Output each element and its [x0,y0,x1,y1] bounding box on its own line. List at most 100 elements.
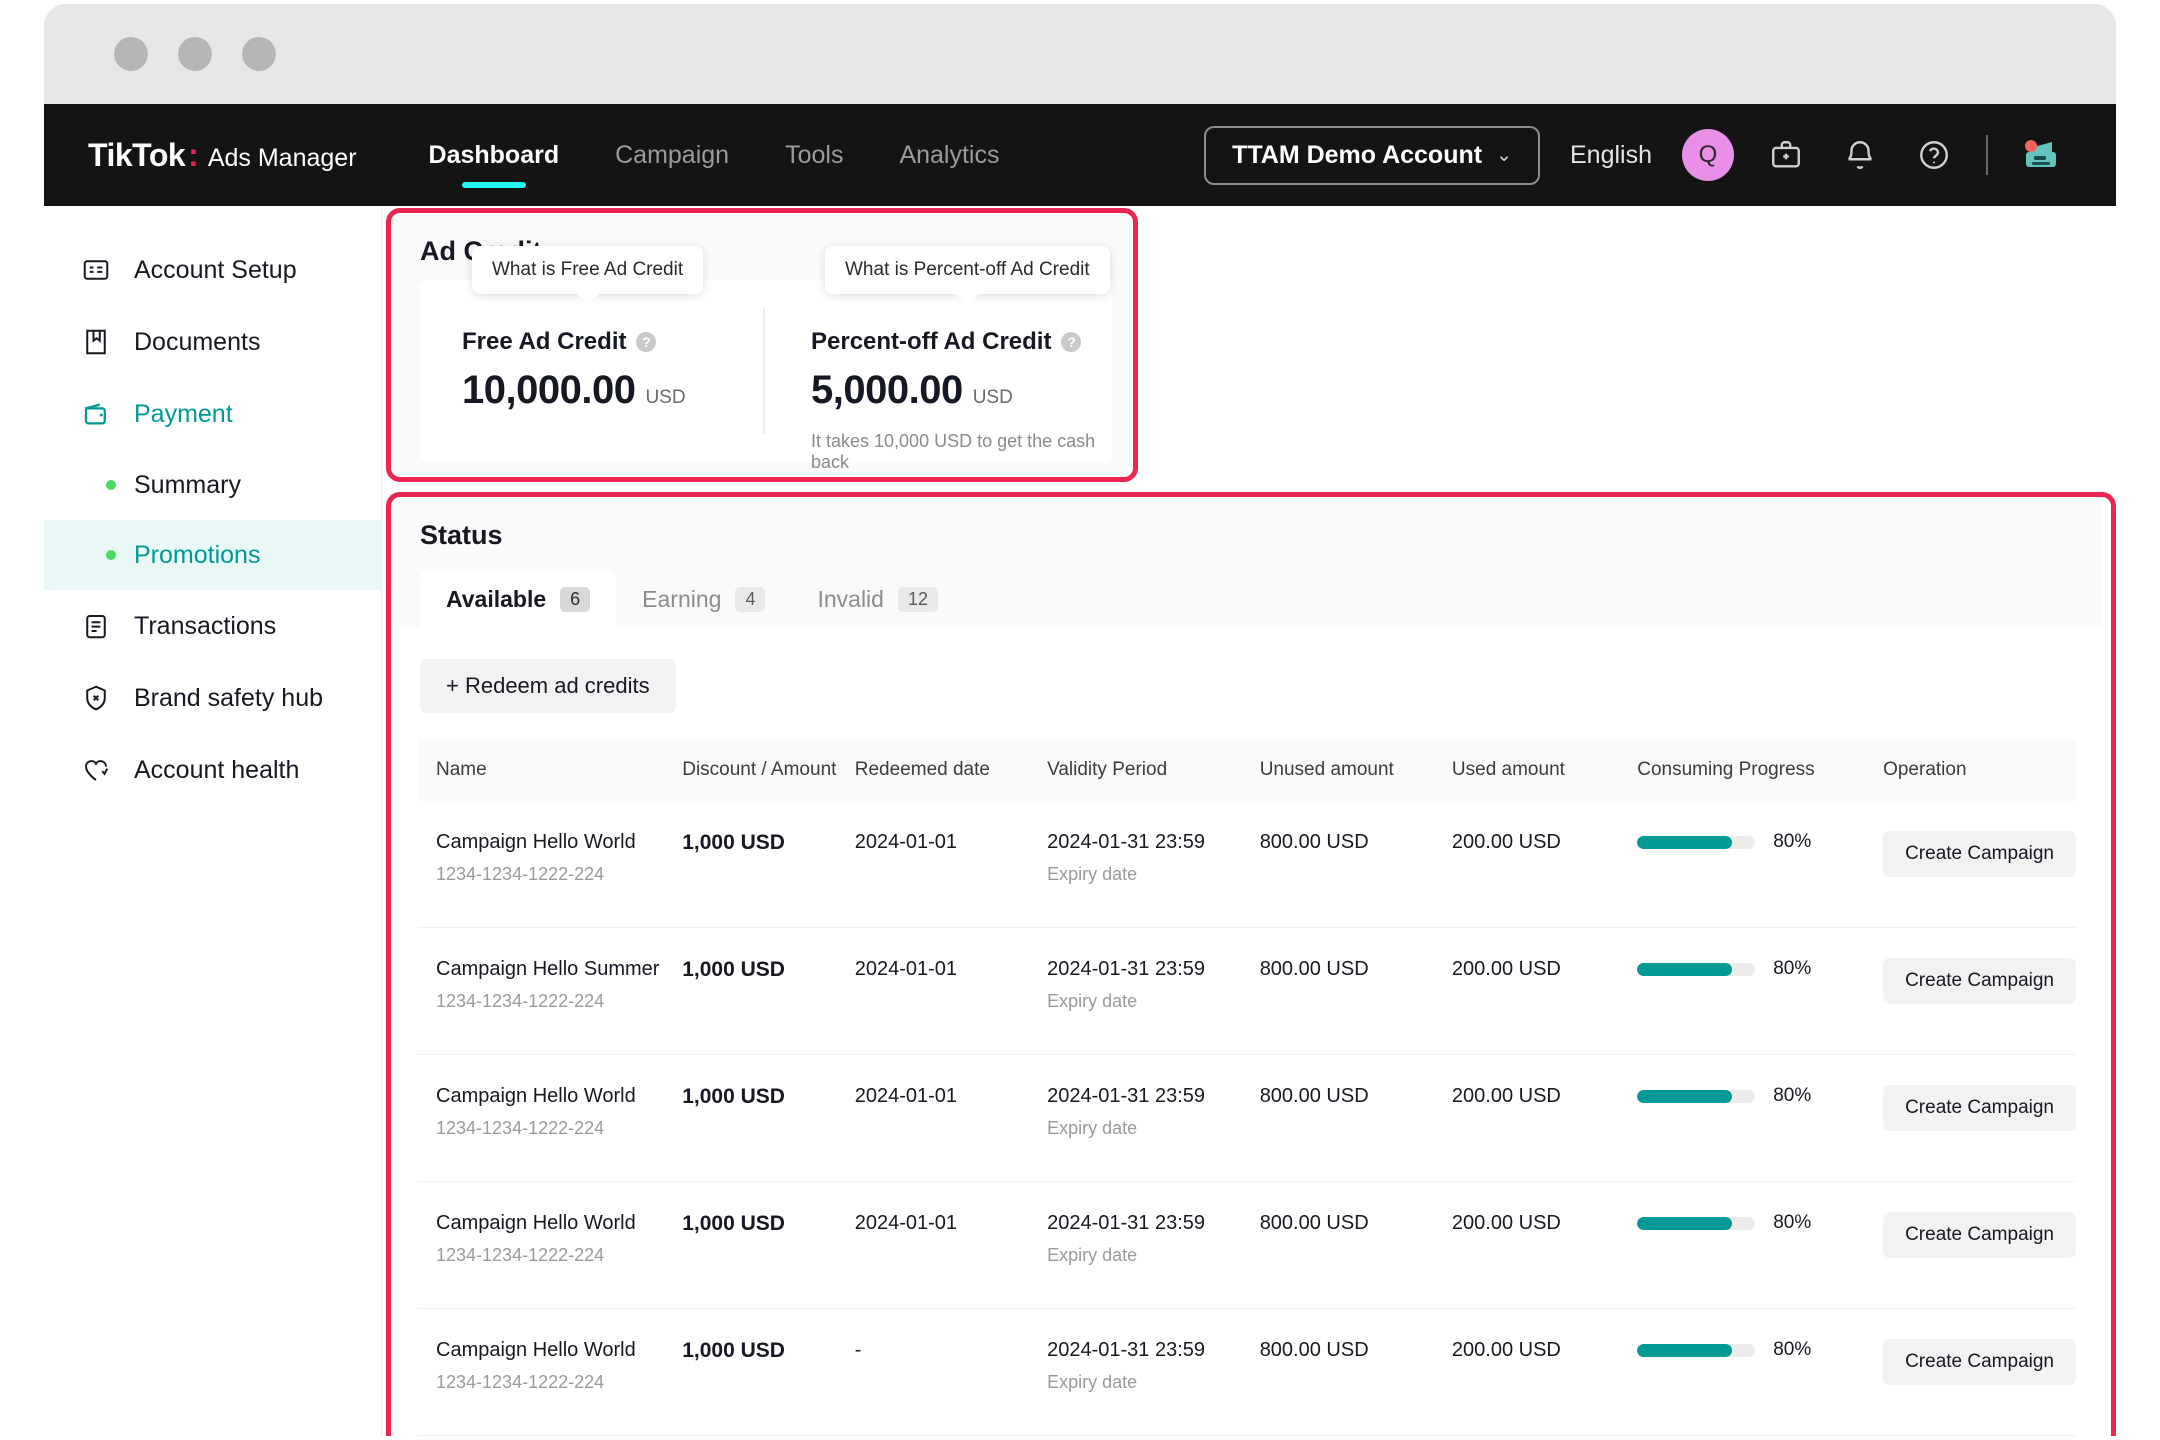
sidebar-item-label: Documents [134,327,261,356]
promotions-table-head: Name Discount / Amount Redeemed date Val… [418,739,2076,801]
row-amount: 1,000 USD [682,1212,785,1235]
row-amount: 1,000 USD [682,958,785,981]
row-validity: 2024-01-31 23:59 [1047,1212,1206,1234]
brand-logo[interactable]: TikTok: Ads Manager [88,137,357,174]
cell-discount: 1,000 USD [682,927,855,1055]
sidebar-item-account-setup[interactable]: Account Setup [44,234,381,306]
nav-dashboard[interactable]: Dashboard [429,104,560,206]
create-campaign-button[interactable]: Create Campaign [1883,1085,2076,1131]
cell-discount: 1,000 USD [682,1181,855,1309]
ad-credit-card: Ad Credit What is Free Ad Credit Free Ad… [392,214,1132,476]
documents-icon [80,326,112,358]
help-icon[interactable] [1912,133,1956,177]
cell-validity: 2024-01-31 23:59 Expiry date [1047,801,1260,928]
window-minimize-dot[interactable] [178,37,212,71]
progress-fill [1637,1343,1732,1357]
create-campaign-button[interactable]: Create Campaign [1883,1212,2076,1258]
briefcase-icon[interactable] [1764,133,1808,177]
window-maximize-dot[interactable] [242,37,276,71]
row-redeemed-date: 2024-01-01 [854,831,958,853]
cell-used: 200.00 USD [1451,1181,1638,1309]
progress-fill [1637,1216,1732,1230]
percent-off-note: It takes 10,000 USD to get the cash back [811,431,1096,472]
help-circle-icon[interactable]: ? [1061,332,1082,352]
user-avatar-icon[interactable] [2018,132,2064,178]
row-validity-sub: Expiry date [1047,1245,1138,1265]
sidebar-subitem-summary[interactable]: Summary [44,450,381,520]
bell-icon[interactable] [1838,133,1882,177]
window-close-dot[interactable] [114,37,148,71]
status-title: Status [420,520,503,550]
progress-track [1637,835,1756,849]
row-used: 200.00 USD [1451,1085,1561,1107]
row-campaign-id: 1234-1234-1222-224 [436,1245,605,1265]
progress-fill [1637,962,1732,976]
free-ad-credit-amount: 10,000.00 [462,368,636,412]
status-tabs: Available 6 Earning 4 Invalid 12 [420,571,2102,627]
sidebar-subitem-promotions[interactable]: Promotions [44,520,381,590]
cell-unused: 800.00 USD [1259,801,1452,928]
progress-fill [1637,1089,1732,1103]
percent-off-ad-credit-currency: USD [972,387,1013,408]
cell-unused: 800.00 USD [1259,1181,1452,1309]
row-campaign-name: Campaign Hello World [436,1212,636,1234]
browser-chrome-bar [44,4,2116,104]
tab-earning-count: 4 [735,586,766,612]
cell-validity: 2024-01-31 23:59 Expiry date [1047,1181,1260,1309]
row-campaign-name: Campaign Hello World [436,831,636,853]
sidebar-item-label: Account health [134,755,300,784]
cell-name: Campaign Hello World 1234-1234-1222-224 [418,1054,683,1182]
sidebar-item-transactions[interactable]: Transactions [44,590,381,662]
progress-bar: 80% [1637,831,1883,853]
col-unused: Unused amount [1259,759,1394,780]
q-avatar[interactable]: Q [1682,129,1734,181]
row-redeemed-date: 2024-01-01 [854,958,958,980]
browser-window: TikTok: Ads Manager Dashboard Campaign T… [44,4,2116,1436]
nav-campaign[interactable]: Campaign [615,104,729,206]
row-validity: 2024-01-31 23:59 [1047,831,1206,853]
language-selector[interactable]: English [1570,141,1652,170]
account-selector-button[interactable]: TTAM Demo Account ⌄ [1204,125,1540,185]
tab-invalid[interactable]: Invalid 12 [791,571,964,627]
cell-used: 200.00 USD [1451,1308,1638,1436]
ad-credit-body: What is Free Ad Credit Free Ad Credit ? … [420,246,1112,472]
col-used: Used amount [1451,759,1565,780]
nav-tools[interactable]: Tools [785,104,843,206]
nav-tools-label: Tools [785,140,844,169]
cell-name: Campaign Hello World 1234-1234-1222-224 [418,1181,683,1309]
free-ad-credit-label: Free Ad Credit [462,328,627,355]
sidebar-item-account-health[interactable]: Account health [44,734,381,806]
col-validity: Validity Period [1047,759,1168,780]
cell-operation: Create Campaign [1883,1054,2076,1182]
sidebar-item-brand-safety-hub[interactable]: Brand safety hub [44,662,381,734]
cell-used: 200.00 USD [1451,1054,1638,1182]
create-campaign-button[interactable]: Create Campaign [1883,958,2076,1004]
nav-analytics[interactable]: Analytics [899,104,999,206]
sidebar-item-label: Payment [134,399,233,428]
progress-label: 80% [1773,1212,1812,1233]
row-validity: 2024-01-31 23:59 [1047,1085,1206,1107]
cell-validity: 2024-01-31 23:59 Expiry date [1047,927,1260,1055]
cell-validity: 2024-01-31 23:59 Expiry date [1047,1054,1260,1182]
sidebar-item-payment[interactable]: Payment [44,378,381,450]
row-redeemed-date: - [854,1339,862,1361]
row-campaign-id: 1234-1234-1222-224 [436,864,605,884]
row-campaign-id: 1234-1234-1222-224 [436,1372,605,1392]
cell-unused: 800.00 USD [1259,1308,1452,1436]
cell-redeemed: 2024-01-01 [854,801,1048,928]
row-campaign-name: Campaign Hello World [436,1085,636,1107]
help-circle-icon[interactable]: ? [636,332,657,352]
col-progress: Consuming Progress [1637,759,1815,780]
tab-earning[interactable]: Earning 4 [616,571,791,627]
row-validity: 2024-01-31 23:59 [1047,1339,1206,1361]
progress-label: 80% [1773,1085,1812,1106]
create-campaign-button[interactable]: Create Campaign [1883,1339,2076,1385]
table-row: Campaign Hello World 1234-1234-1222-224 1,… [418,1054,2076,1182]
top-navigation-bar: TikTok: Ads Manager Dashboard Campaign T… [44,104,2116,206]
sidebar-item-documents[interactable]: Documents [44,306,381,378]
create-campaign-button[interactable]: Create Campaign [1883,831,2076,877]
redeem-ad-credits-button[interactable]: + Redeem ad credits [420,659,676,713]
col-operation: Operation [1883,759,1967,780]
tab-available[interactable]: Available 6 [420,571,617,627]
progress-label: 80% [1773,1339,1812,1360]
